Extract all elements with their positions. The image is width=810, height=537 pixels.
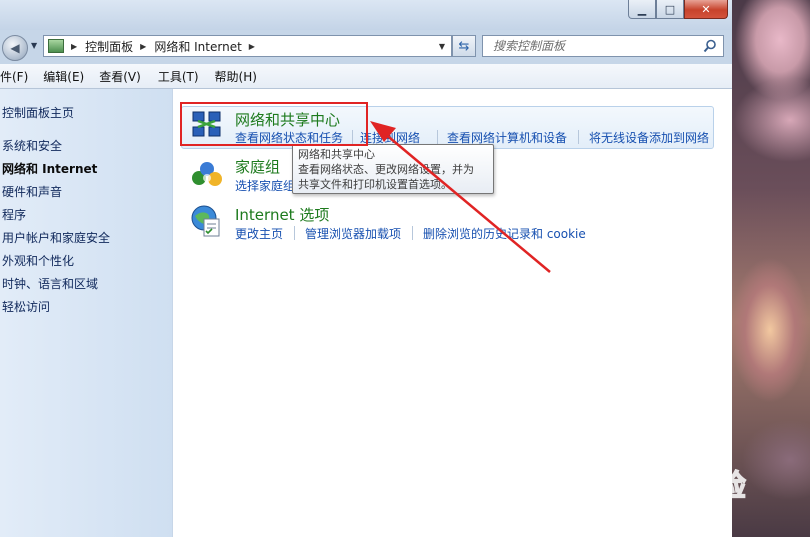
annotation-arrow-icon bbox=[370, 121, 551, 273]
watermark-text: Bai 经验 bbox=[622, 469, 746, 504]
watermark-url: jingyan.baidu.com bbox=[625, 504, 728, 517]
baidu-watermark: Bai 经验 jingyan.baidu.com bbox=[620, 462, 770, 518]
